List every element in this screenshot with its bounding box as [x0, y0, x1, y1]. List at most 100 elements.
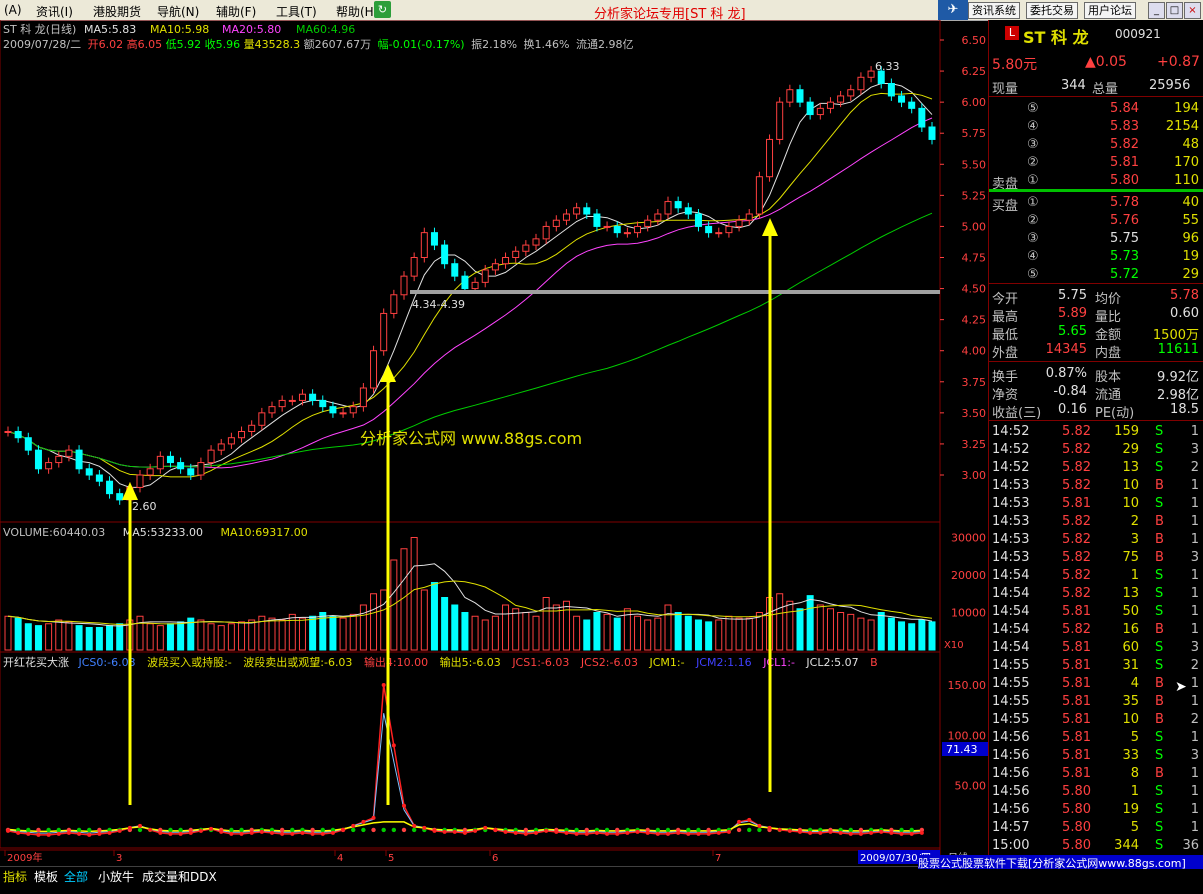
menu-item-help[interactable]: 帮助(H)	[336, 3, 378, 20]
volume-bar	[481, 619, 489, 651]
sell-volume: 170	[1174, 155, 1199, 170]
indicator-point	[178, 831, 183, 836]
indicator-point	[676, 830, 681, 835]
candle-body	[816, 107, 824, 116]
sell-row: ③ 5.82 48	[989, 136, 1203, 154]
tick-direction: B	[1155, 622, 1164, 637]
indicator-point	[138, 823, 142, 828]
menu-item-nav[interactable]: 导航(N)	[157, 3, 199, 20]
refresh-icon[interactable]: ↻	[374, 1, 391, 18]
indicator-point	[615, 831, 620, 836]
tick-count: 1	[1190, 730, 1199, 745]
volume-bar	[85, 627, 93, 651]
minimize-icon[interactable]: _	[1148, 2, 1165, 19]
volume-bar	[552, 604, 560, 651]
tick-row: 14:54 5.82 13 S 1	[989, 585, 1203, 603]
buy-row: ② 5.76 55	[989, 212, 1203, 230]
menu-item-tools[interactable]: 工具(T)	[276, 3, 317, 20]
trade-button[interactable]: 委托交易	[1026, 2, 1078, 19]
tick-price: 5.82	[1062, 514, 1091, 529]
menu-item-a[interactable]: (A)	[4, 3, 22, 17]
indicator-point	[666, 831, 670, 836]
indicator-point	[523, 831, 528, 836]
volume-ma5-label: MA5:53233.00	[123, 526, 203, 539]
candle-body	[227, 437, 235, 445]
stat-value: 5.89	[1058, 306, 1087, 321]
tick-direction: S	[1155, 784, 1164, 799]
close-icon[interactable]: ×	[1184, 2, 1201, 19]
indicator-point	[899, 831, 904, 836]
indicator-dot	[56, 827, 61, 833]
indicator-point	[391, 743, 396, 748]
tick-volume: 60	[1122, 640, 1139, 655]
tick-volume: 344	[1114, 838, 1139, 853]
ind-out5: 输出5:-6.03	[440, 655, 501, 669]
tick-row: 14:55 5.81 4 B 1	[989, 675, 1203, 693]
stat-value: -0.84	[1053, 384, 1087, 399]
stat-label: 收益(三)	[992, 406, 1042, 421]
menu-item-hk-futures[interactable]: 港股期货	[93, 3, 141, 20]
tick-count: 1	[1190, 496, 1199, 511]
ad-banner[interactable]: 股票公式股票软件下载[分析家公式网www.88gs.com]	[918, 855, 1203, 869]
candle-body	[309, 393, 317, 401]
volume-bar	[573, 615, 581, 651]
candle-body	[85, 468, 93, 476]
tick-count: 2	[1190, 712, 1199, 727]
candle-body	[755, 176, 763, 215]
tick-count: 2	[1190, 658, 1199, 673]
candle-body	[359, 387, 367, 408]
indicator-dot	[351, 827, 356, 833]
ma10-line	[7, 92, 933, 478]
tab-volume-ddx[interactable]: 成交量和DDX	[142, 868, 217, 885]
tab-all[interactable]: 全部	[64, 868, 88, 885]
tab-template[interactable]: 模板	[34, 868, 58, 885]
tick-row: 14:54 5.82 16 B 1	[989, 621, 1203, 639]
news-system-button[interactable]: 资讯系统	[968, 2, 1020, 19]
candle-body	[55, 455, 63, 464]
indicator-lines	[5, 683, 925, 837]
volume-bar	[329, 615, 337, 651]
volume-bar	[298, 617, 306, 651]
candle-body	[329, 406, 337, 414]
user-forum-button[interactable]: 用户论坛	[1084, 2, 1136, 19]
tick-volume: 33	[1122, 748, 1139, 763]
indicator-point	[757, 823, 762, 828]
volume-bar	[461, 612, 469, 651]
tick-direction: B	[1155, 514, 1164, 529]
indicator-point	[249, 830, 254, 835]
volume-ma10-line	[7, 580, 933, 626]
candle-body	[654, 213, 662, 221]
volume-axis: 30000 20000 10000	[951, 532, 986, 620]
tick-direction: S	[1155, 424, 1164, 439]
date-tick-label: 4	[337, 853, 343, 864]
indicator-point	[655, 831, 660, 836]
buy-row: ④ 5.73 19	[989, 248, 1203, 266]
maximize-icon[interactable]: □	[1166, 2, 1183, 19]
indicator-dot	[371, 827, 376, 833]
indicator-point	[198, 828, 203, 833]
stat-value: 5.78	[1170, 288, 1199, 303]
indicator-blue-line	[7, 713, 922, 834]
volume-bar	[694, 619, 702, 651]
chart-area[interactable]: ST 科 龙(日线) MA5:5.83 MA10:5.98 MA20:5.80 …	[0, 20, 988, 866]
candle-body	[45, 462, 53, 470]
menu-item-assist[interactable]: 辅助(F)	[216, 3, 256, 20]
stat-row: 收益(三) 0.16 PE(动) 18.5	[989, 401, 1203, 421]
candle-body	[664, 201, 672, 215]
candle-body	[776, 101, 784, 140]
tick-direction: S	[1155, 496, 1164, 511]
tab-indicator[interactable]: 指标	[3, 868, 27, 885]
indicator-dot	[391, 827, 397, 833]
volume-bar	[603, 613, 611, 651]
buy-price: 5.75	[1110, 231, 1139, 246]
tab-xiaofangniu[interactable]: 小放牛	[98, 868, 134, 885]
indicator-point	[909, 831, 914, 836]
tick-time: 14:55	[992, 658, 1030, 673]
candle-body	[542, 225, 550, 240]
kline-chart[interactable]: ST 科 龙(日线) MA5:5.83 MA10:5.98 MA20:5.80 …	[0, 20, 988, 866]
menu-item-news[interactable]: 资讯(I)	[36, 3, 73, 20]
indicator-point	[97, 831, 102, 836]
volume-bar	[451, 604, 459, 651]
candle-body	[867, 70, 875, 78]
indicator-point	[46, 832, 51, 837]
